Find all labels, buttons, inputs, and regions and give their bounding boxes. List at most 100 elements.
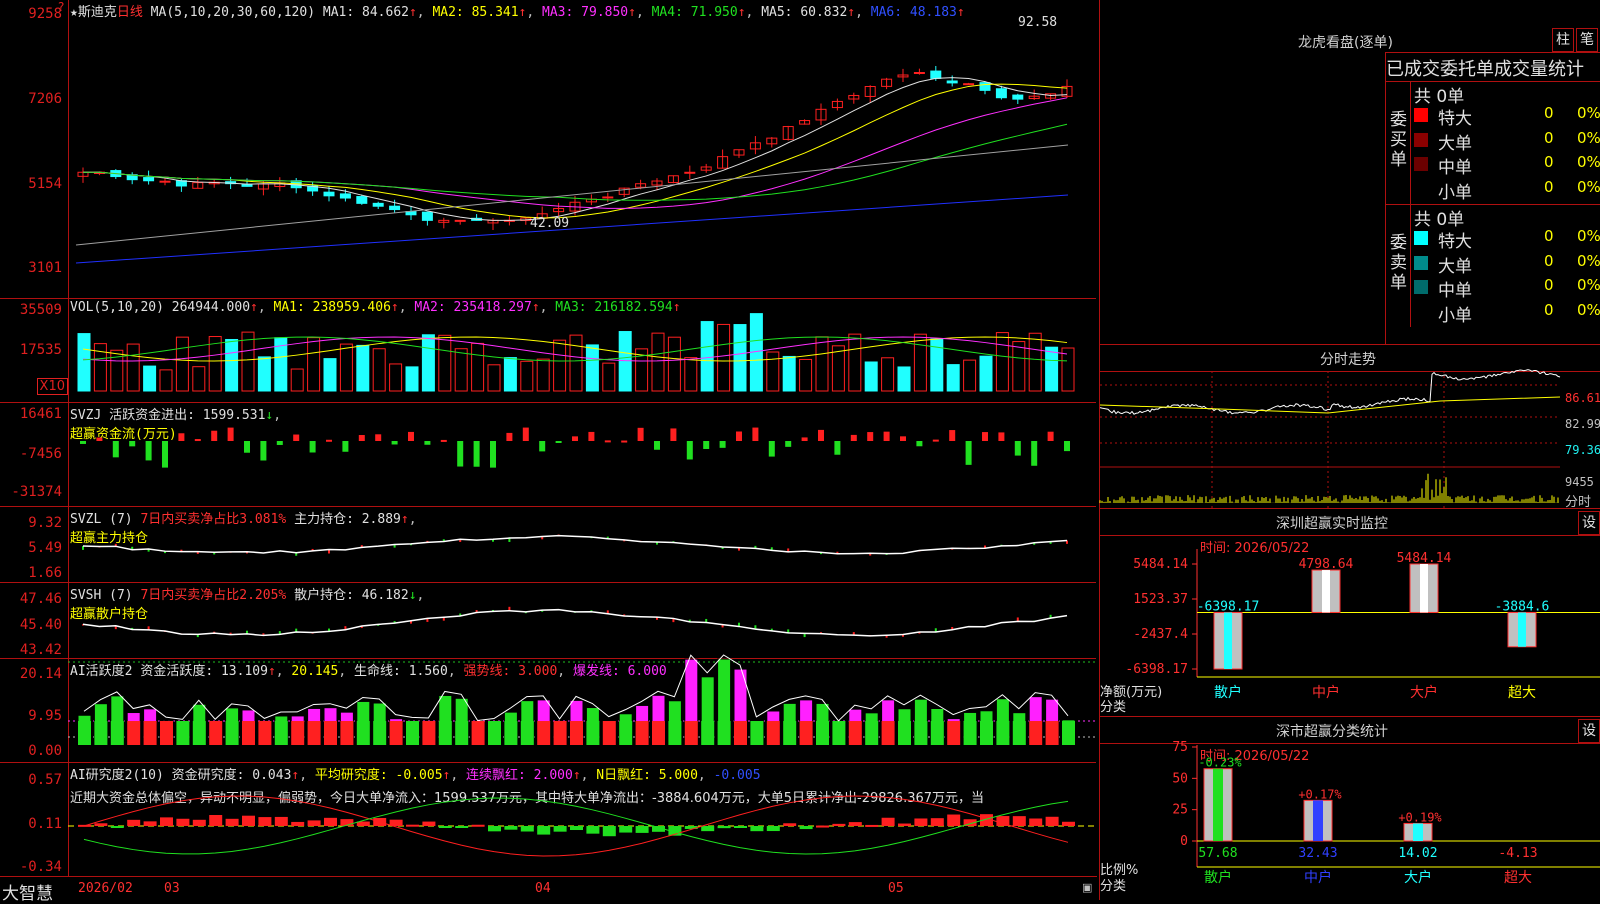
ai-research-pane[interactable]: AI研究度2(10) 资金研究度: 0.043↑, 平均研究度: -0.005↑… <box>68 762 1096 877</box>
price-tick-1: 9258 <box>28 6 62 22</box>
volume-bar <box>307 337 321 392</box>
sz-monitor-cat-0: 散户 <box>1214 684 1242 701</box>
ai2-axis: 0.57 0.11 -0.34 <box>0 762 69 877</box>
activity-base <box>635 721 649 745</box>
row-count: 0 <box>1544 128 1554 147</box>
research-bar <box>504 826 518 830</box>
volume-pane[interactable]: VOL(5,10,20) 264944.000↑, MA1: 238959.40… <box>68 298 1096 403</box>
svzj-bar <box>1047 431 1054 441</box>
sz-class-value-1: 32.43 <box>1298 846 1337 861</box>
svzj-bar <box>194 439 201 442</box>
svzj-bar <box>211 430 218 441</box>
volume-bar <box>963 359 977 392</box>
svzj-bar <box>932 439 939 442</box>
research-bar <box>127 819 141 826</box>
svzj-bar <box>440 439 447 442</box>
activity-base <box>1062 721 1075 745</box>
svsh-chart <box>82 606 1068 638</box>
volume-bar <box>881 357 895 392</box>
svzj-bar <box>522 427 529 441</box>
volume-bar <box>405 366 419 392</box>
svzj-bar <box>818 429 824 441</box>
research-bar <box>602 826 616 837</box>
research-bar <box>832 823 846 826</box>
svsh-pane[interactable]: SVSH (7) 7日内买卖净占比2.205% 散户持仓: 46.182↓, 超… <box>68 582 1096 659</box>
question-icon[interactable]: ? <box>58 0 64 14</box>
research-bar <box>766 826 780 832</box>
volume-bar <box>946 364 960 392</box>
candlestick-pane[interactable]: ★斯迪克日线 MA(5,10,20,30,60,120) MA1: 84.662… <box>68 0 1096 298</box>
sz-class-tick: 75 <box>1172 740 1188 755</box>
svzl-pane[interactable]: SVZL (7) 7日内买卖净占比3.081% 主力持仓: 2.889↑, 超赢… <box>68 506 1096 583</box>
volume-bar <box>77 333 91 392</box>
activity-base <box>307 721 321 745</box>
color-swatch <box>1414 231 1428 245</box>
holding-line <box>82 534 1068 555</box>
vol-tick-2: 17535 <box>19 342 62 358</box>
ai-activity-pane[interactable]: AI活跃度2 资金活跃度: 13.109↑, 20.145, 生命线: 1.56… <box>68 654 1096 763</box>
research-bar <box>586 826 600 834</box>
buy-row-2: 中单 0 0% <box>1410 153 1600 178</box>
intraday-panel[interactable]: 分时走势 86.61 82.99 79.36 9455 分时 <box>1099 344 1600 510</box>
main-chart-area[interactable]: 9258 7206 5154 3101 ? ★斯迪克日线 MA(5,10,20,… <box>0 0 1097 904</box>
volume-bar <box>290 368 304 392</box>
activity-base <box>520 721 534 745</box>
date-label-4: 05 <box>888 881 904 896</box>
research-bar <box>750 826 764 832</box>
row-pct: 0% <box>1577 128 1600 147</box>
research-bar <box>1045 816 1059 826</box>
activity-base <box>914 721 928 745</box>
volume-bar <box>1028 332 1042 392</box>
color-swatch <box>1414 157 1428 171</box>
activity-base <box>455 721 469 745</box>
volume-bar <box>995 332 1009 392</box>
activity-base <box>258 721 272 745</box>
sz-monitor-value-3: -3884.6 <box>1495 599 1550 614</box>
candle-body <box>913 72 925 75</box>
research-bar <box>438 826 452 828</box>
vol-axis: 35509 17535 X10 <box>0 298 69 403</box>
activity-base <box>898 721 911 745</box>
sz-class-bar-core-2 <box>1413 823 1423 841</box>
volume-bar <box>372 348 386 392</box>
ma120-line <box>75 194 1069 264</box>
svzj-bar <box>555 441 562 443</box>
activity-base <box>930 721 944 745</box>
color-swatch <box>1414 132 1428 147</box>
candle-body <box>159 180 171 183</box>
candle-body <box>389 205 401 211</box>
color-swatch <box>1414 181 1428 196</box>
research-bar <box>520 826 534 832</box>
research-bar <box>783 823 797 826</box>
row-count: 0 <box>1544 251 1554 270</box>
sz-class-value-0: 57.68 <box>1198 846 1237 861</box>
activity-base <box>684 721 698 745</box>
lhb-title: 龙虎看盘(逐单) <box>1298 35 1393 51</box>
bar-view-button[interactable]: 柱 <box>1552 28 1574 52</box>
tick-view-button[interactable]: 笔 <box>1576 28 1598 52</box>
activity-base <box>1029 721 1043 745</box>
candle-body <box>372 202 384 207</box>
svzj-bar <box>473 441 480 467</box>
sz-monitor-bar-core-1 <box>1322 570 1330 613</box>
svzj-pane[interactable]: SVZJ 活跃资金进出: 1599.531↓, 超赢资金流(万元) <box>68 402 1096 507</box>
svzj-bar <box>916 441 923 447</box>
lock-icon[interactable]: ▣ <box>1082 881 1092 894</box>
sz-class-cat-1: 中户 <box>1304 869 1332 886</box>
research-bar <box>225 818 239 826</box>
volume-bar <box>717 323 731 392</box>
sell-row-3: 小单 0 0% <box>1410 301 1600 326</box>
activity-base <box>110 721 124 745</box>
svzj-chart <box>80 427 1070 468</box>
activity-base <box>422 721 436 745</box>
volume-bar <box>1045 346 1059 392</box>
candle-body <box>684 171 696 174</box>
row-name: 中单 <box>1438 281 1472 301</box>
svzj-bar <box>703 441 710 449</box>
sz-monitor-tick: -2437.4 <box>1133 627 1188 642</box>
candle-body <box>1012 94 1024 100</box>
activity-base <box>1012 721 1026 745</box>
row-pct: 0% <box>1577 177 1600 196</box>
svzj-bar <box>752 427 759 441</box>
candle-body <box>979 82 991 91</box>
